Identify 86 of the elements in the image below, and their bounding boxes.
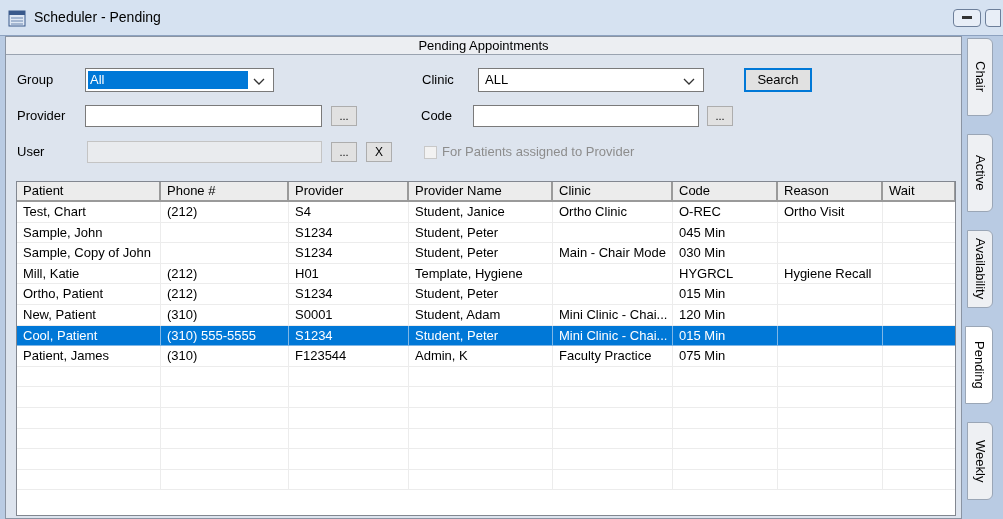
table-cell: Student, Adam — [415, 306, 501, 322]
column-header[interactable]: Provider Name — [409, 182, 553, 202]
column-header[interactable]: Code — [673, 182, 778, 202]
table-cell: Sample, John — [23, 224, 103, 240]
table-cell: S1234 — [295, 327, 333, 343]
table-cell: Admin, K — [415, 348, 468, 364]
column-header[interactable]: Clinic — [553, 182, 673, 202]
table-cell: S4 — [295, 204, 311, 219]
table-row[interactable]: Cool, Patient (310) 555-5555 S1234 Student, Peter Mini Clinic - Chai... 015 Min — [17, 325, 955, 347]
table-cell: Template, Hygiene — [415, 265, 523, 281]
code-field[interactable] — [473, 105, 699, 127]
table-cell: Hygiene Recall — [784, 265, 872, 281]
table-row[interactable]: Ortho, Patient (212) S1234 Student, Peter 015 Min — [17, 284, 955, 305]
side-tab[interactable]: Availability — [967, 230, 993, 308]
table-row[interactable]: Test, Chart (212) S4 Student, Janice Ortho Clinic O-REC Ortho Visit — [17, 202, 955, 223]
table-row[interactable]: Sample, Copy of John S1234 Student, Peter Main - Chair Mode 030 Min — [17, 243, 955, 264]
column-header[interactable]: Phone # — [161, 182, 289, 202]
table-cell: 075 Min — [679, 348, 726, 364]
table-cell: Patient, James — [23, 348, 109, 364]
table-cell: S1234 — [295, 286, 333, 302]
assigned-label: For Patients assigned to Provider — [442, 143, 635, 162]
table-cell: (212) — [167, 204, 198, 219]
minimize-button[interactable] — [953, 8, 981, 27]
clinic-dropdown[interactable]: ALL — [478, 68, 704, 92]
side-tab[interactable]: Chair — [967, 38, 993, 116]
table-cell: (310) — [167, 306, 198, 322]
table-cell: Ortho Clinic — [559, 204, 627, 219]
table-cell: Student, Peter — [415, 286, 499, 302]
table-cell: 120 Min — [679, 306, 726, 322]
table-cell: O-REC — [679, 204, 721, 219]
table-cell: 045 Min — [679, 224, 726, 240]
table-cell: 015 Min — [679, 286, 726, 302]
column-header[interactable]: Wait — [883, 182, 955, 202]
table-row[interactable]: Patient, James (310) F123544 Admin, K Faculty Practice 075 Min — [17, 346, 955, 367]
chevron-down-icon — [253, 78, 265, 86]
window-title: Scheduler - Pending — [34, 8, 161, 27]
table-cell: S0001 — [295, 306, 333, 322]
side-tab[interactable]: Active — [967, 134, 993, 212]
side-tab[interactable]: Pending — [965, 326, 993, 404]
table-cell: Mini Clinic - Chai... — [559, 306, 668, 322]
provider-field[interactable] — [85, 105, 322, 127]
provider-label: Provider — [17, 107, 67, 126]
search-button[interactable]: Search — [744, 68, 812, 92]
table-cell: Ortho, Patient — [23, 286, 104, 302]
table-cell: New, Patient — [23, 306, 96, 322]
table-cell: (212) — [167, 265, 198, 281]
table-cell: Test, Chart — [23, 204, 86, 219]
restore-button[interactable] — [985, 8, 1001, 27]
table-cell: Student, Peter — [415, 245, 499, 261]
group-label: Group — [17, 71, 55, 90]
table-cell: F123544 — [295, 348, 347, 364]
table-cell: S1234 — [295, 224, 333, 240]
table-cell: Student, Peter — [415, 327, 499, 343]
clinic-label: Clinic — [422, 71, 455, 90]
table-row[interactable]: Sample, John S1234 Student, Peter 045 Min — [17, 222, 955, 244]
group-dropdown[interactable]: All — [85, 68, 274, 92]
table-cell: Student, Janice — [415, 204, 505, 219]
column-header[interactable]: Patient — [17, 182, 161, 202]
calendar-icon — [8, 8, 26, 27]
table-cell: (310) 555-5555 — [167, 327, 256, 343]
table-cell: Mill, Katie — [23, 265, 80, 281]
code-browse-button[interactable]: ... — [707, 106, 733, 126]
table-cell: Sample, Copy of John — [23, 245, 151, 261]
table-cell: Ortho Visit — [784, 204, 845, 219]
table-cell: Main - Chair Mode — [559, 245, 666, 261]
table-cell: 015 Min — [679, 327, 726, 343]
chevron-down-icon — [683, 78, 695, 86]
table-cell: HYGRCL — [679, 265, 734, 281]
column-header[interactable]: Provider — [289, 182, 409, 202]
column-header[interactable]: Reason — [778, 182, 883, 202]
side-tab[interactable]: Weekly — [967, 422, 993, 500]
table-cell: H01 — [295, 265, 319, 281]
table-row[interactable]: New, Patient (310) S0001 Student, Adam Mini Clinic - Chai... 120 Min — [17, 304, 955, 326]
table-cell: S1234 — [295, 245, 333, 261]
user-label: User — [17, 143, 46, 162]
table-cell: Cool, Patient — [23, 327, 98, 343]
table-row[interactable]: Mill, Katie (212) H01 Template, Hygiene HYGRCL Hygiene Recall — [17, 263, 955, 285]
table-cell: Mini Clinic - Chai... — [559, 327, 668, 343]
table-cell: Faculty Practice — [559, 348, 652, 364]
table-cell: 030 Min — [679, 245, 726, 261]
provider-browse-button[interactable]: ... — [331, 106, 357, 126]
code-label: Code — [421, 107, 454, 126]
table-cell: (212) — [167, 286, 198, 302]
panel-title: Pending Appointments — [6, 37, 961, 55]
table-cell: (310) — [167, 348, 198, 364]
table-cell: Student, Peter — [415, 224, 499, 240]
